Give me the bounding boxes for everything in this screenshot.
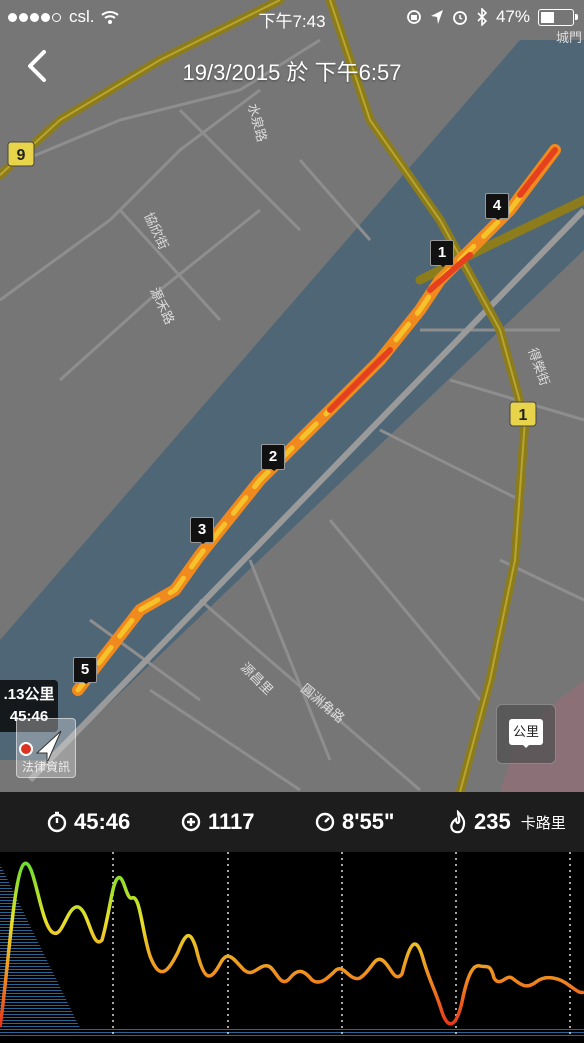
- calories-unit: 卡路里: [520, 814, 566, 832]
- route-map[interactable]: 9 1 水泉路 協欣街 源禾路 源昌里 圓洲角路 得榮街 城門 1 2 3 4 …: [0, 0, 584, 792]
- status-bar: csl. 下午7:43 47%: [0, 0, 584, 34]
- flame-icon: [450, 810, 466, 834]
- road-shield-1: 1: [509, 401, 537, 427]
- duration-stat: 45:46: [46, 809, 130, 835]
- elevation-icon: [181, 812, 201, 832]
- pace-line: [0, 861, 584, 1028]
- pace-value: 8'55": [342, 809, 395, 834]
- calories-stat: 235 卡路里: [448, 809, 566, 835]
- legal-info-label[interactable]: 法律資訊: [17, 758, 75, 775]
- battery-icon: [538, 8, 578, 26]
- elevation-stat: 1117: [180, 809, 255, 835]
- run-date-title: 19/3/2015 於 下午6:57: [182, 60, 402, 85]
- km-marker-1[interactable]: 1: [430, 240, 454, 267]
- speedometer-icon: [315, 812, 335, 832]
- calories-value: 235: [474, 809, 511, 834]
- elevation-area: [0, 864, 584, 1038]
- location-services-icon: [430, 10, 443, 24]
- stopwatch-icon: [47, 811, 67, 833]
- locate-button[interactable]: 法律資訊: [16, 718, 76, 778]
- battery-percent: 47%: [495, 7, 530, 26]
- rotation-lock-icon: [407, 10, 421, 24]
- duration-value: 45:46: [74, 809, 131, 834]
- stats-bar: 45:46 1117 8'55" 235 卡路里: [0, 792, 584, 852]
- svg-text:9: 9: [17, 147, 26, 164]
- distance-label: .13公里: [3, 686, 55, 703]
- unit-toggle-button[interactable]: 公里: [496, 704, 556, 764]
- pace-graph[interactable]: [0, 852, 584, 1038]
- svg-text:1: 1: [519, 407, 528, 424]
- bluetooth-icon: [477, 8, 488, 26]
- km-marker-3[interactable]: 3: [190, 517, 214, 544]
- km-marker-4[interactable]: 4: [485, 193, 509, 220]
- km-marker-5[interactable]: 5: [73, 657, 97, 684]
- alarm-icon: [453, 11, 467, 25]
- road-shield-9: 9: [7, 141, 35, 167]
- elevation-value: 1117: [208, 809, 255, 834]
- unit-label: 公里: [509, 719, 543, 748]
- km-marker-2[interactable]: 2: [261, 444, 285, 471]
- pace-stat: 8'55": [314, 809, 394, 835]
- pace-graph-canvas: [0, 852, 584, 1038]
- back-chevron-icon[interactable]: [20, 46, 56, 86]
